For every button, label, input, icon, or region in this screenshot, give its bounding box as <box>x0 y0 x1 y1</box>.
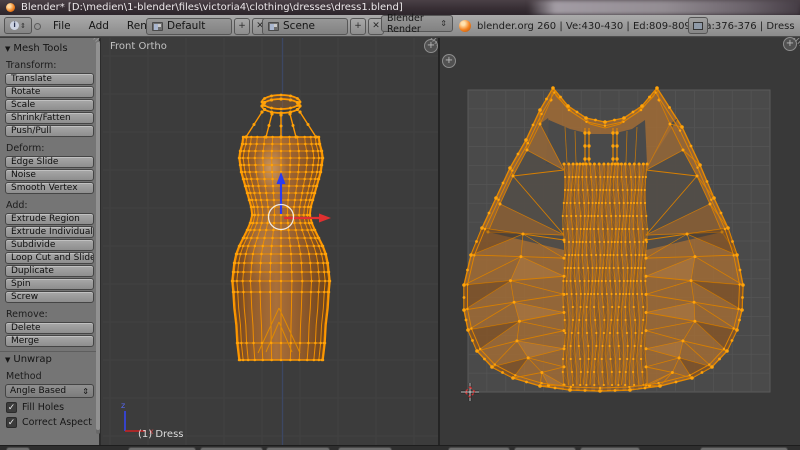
tool-button-smooth-vertex[interactable]: Smooth Vertex <box>5 182 94 194</box>
scene-statistics: blender.org 260 | Ve:430-430 | Ed:809-80… <box>477 15 795 37</box>
group-label-add: Add: <box>6 200 94 211</box>
field-label-method: Method <box>6 371 94 382</box>
tool-shelf-scrollbar[interactable] <box>96 42 100 434</box>
add-scene-button[interactable]: + <box>350 18 366 35</box>
tool-button-merge[interactable]: Merge <box>5 335 94 347</box>
svg-text:z: z <box>121 401 125 410</box>
menu-add[interactable]: Add <box>80 20 118 32</box>
area-splitter[interactable] <box>438 38 440 445</box>
scene-value: Scene <box>283 20 315 32</box>
scene-icon <box>268 22 279 31</box>
viewport-3d-canvas[interactable]: xz <box>103 38 438 445</box>
collapse-region-button[interactable]: + <box>442 54 456 68</box>
tool-button-screw[interactable]: Screw <box>5 291 94 303</box>
add-layout-button[interactable]: + <box>234 18 250 35</box>
editor-type-selector[interactable]: i ⇕ <box>4 17 32 34</box>
group-label-transform: Transform: <box>6 60 94 71</box>
tool-button-scale[interactable]: Scale <box>5 99 94 111</box>
group-label-deform: Deform: <box>6 143 94 154</box>
checkbox-correct-aspect[interactable]: ✓Correct Aspect <box>6 417 94 428</box>
screen-layout-icon <box>152 22 163 31</box>
screen-layout-group: Default + ✕ <box>146 15 268 37</box>
blender-window: Blender* [D:\medien\1-blender\files\vict… <box>0 0 800 450</box>
window-fullscreen-icon[interactable] <box>688 17 708 34</box>
screen-layout-value: Default <box>167 20 205 32</box>
checkbox-fill-holes[interactable]: ✓Fill Holes <box>6 402 94 413</box>
viewport-3d[interactable]: xz Front Ortho (1) Dress <box>103 38 438 445</box>
scene-field[interactable]: Scene <box>262 18 348 35</box>
group-label-remove: Remove: <box>6 309 94 320</box>
menu-file[interactable]: File <box>44 20 80 32</box>
tool-button-push-pull[interactable]: Push/Pull <box>5 125 94 137</box>
collapse-menus-toggle[interactable] <box>34 23 41 30</box>
updown-arrows-icon: ⇕ <box>440 19 447 28</box>
panel-open-icon: ▼ <box>5 45 10 53</box>
tool-button-spin[interactable]: Spin <box>5 278 94 290</box>
view-name-label: Front Ortho <box>110 41 167 52</box>
panel-header-mesh-tools[interactable]: ▼Mesh Tools <box>5 43 94 54</box>
blender-logo-icon <box>6 3 15 12</box>
render-engine-select[interactable]: Blender Render ⇕ <box>381 15 453 32</box>
tool-button-rotate[interactable]: Rotate <box>5 86 94 98</box>
render-engine-value: Blender Render <box>387 13 436 35</box>
tool-button-subdivide[interactable]: Subdivide <box>5 239 94 251</box>
method-select[interactable]: Angle Based⇕ <box>5 384 94 398</box>
tool-shelf: ▼Mesh Tools Transform: TranslateRotateScal… <box>0 38 101 445</box>
active-object-label: (1) Dress <box>138 429 184 440</box>
blender-version-icon <box>459 20 471 32</box>
info-header: i ⇕ FileAddRenderHelp Default + ✕ Scene … <box>0 15 800 37</box>
tool-button-extrude-region[interactable]: Extrude Region <box>5 213 94 225</box>
panel-header-unwrap[interactable]: ▼Unwrap <box>5 354 94 365</box>
window-controls-area <box>528 0 800 15</box>
panel-open-icon: ▼ <box>5 356 10 364</box>
updown-arrows-icon: ⇕ <box>20 22 26 30</box>
window-title: Blender* [D:\medien\1-blender\files\vict… <box>21 0 403 15</box>
tool-button-delete[interactable]: Delete <box>5 322 94 334</box>
tool-button-extrude-individual[interactable]: Extrude Individual <box>5 226 94 238</box>
tool-button-translate[interactable]: Translate <box>5 73 94 85</box>
tool-button-loop-cut-and-slide[interactable]: Loop Cut and Slide <box>5 252 94 264</box>
bottom-header-cutoff <box>0 445 800 450</box>
tool-button-noise[interactable]: Noise <box>5 169 94 181</box>
screen-layout-field[interactable]: Default <box>146 18 232 35</box>
uv-image-editor[interactable] <box>440 38 800 445</box>
uv-canvas[interactable] <box>440 38 800 445</box>
info-editor-icon: i <box>10 21 19 30</box>
scene-group: Scene + ✕ <box>262 15 384 37</box>
tool-button-edge-slide[interactable]: Edge Slide <box>5 156 94 168</box>
tool-button-duplicate[interactable]: Duplicate <box>5 265 94 277</box>
tool-button-shrink-fatten[interactable]: Shrink/Fatten <box>5 112 94 124</box>
